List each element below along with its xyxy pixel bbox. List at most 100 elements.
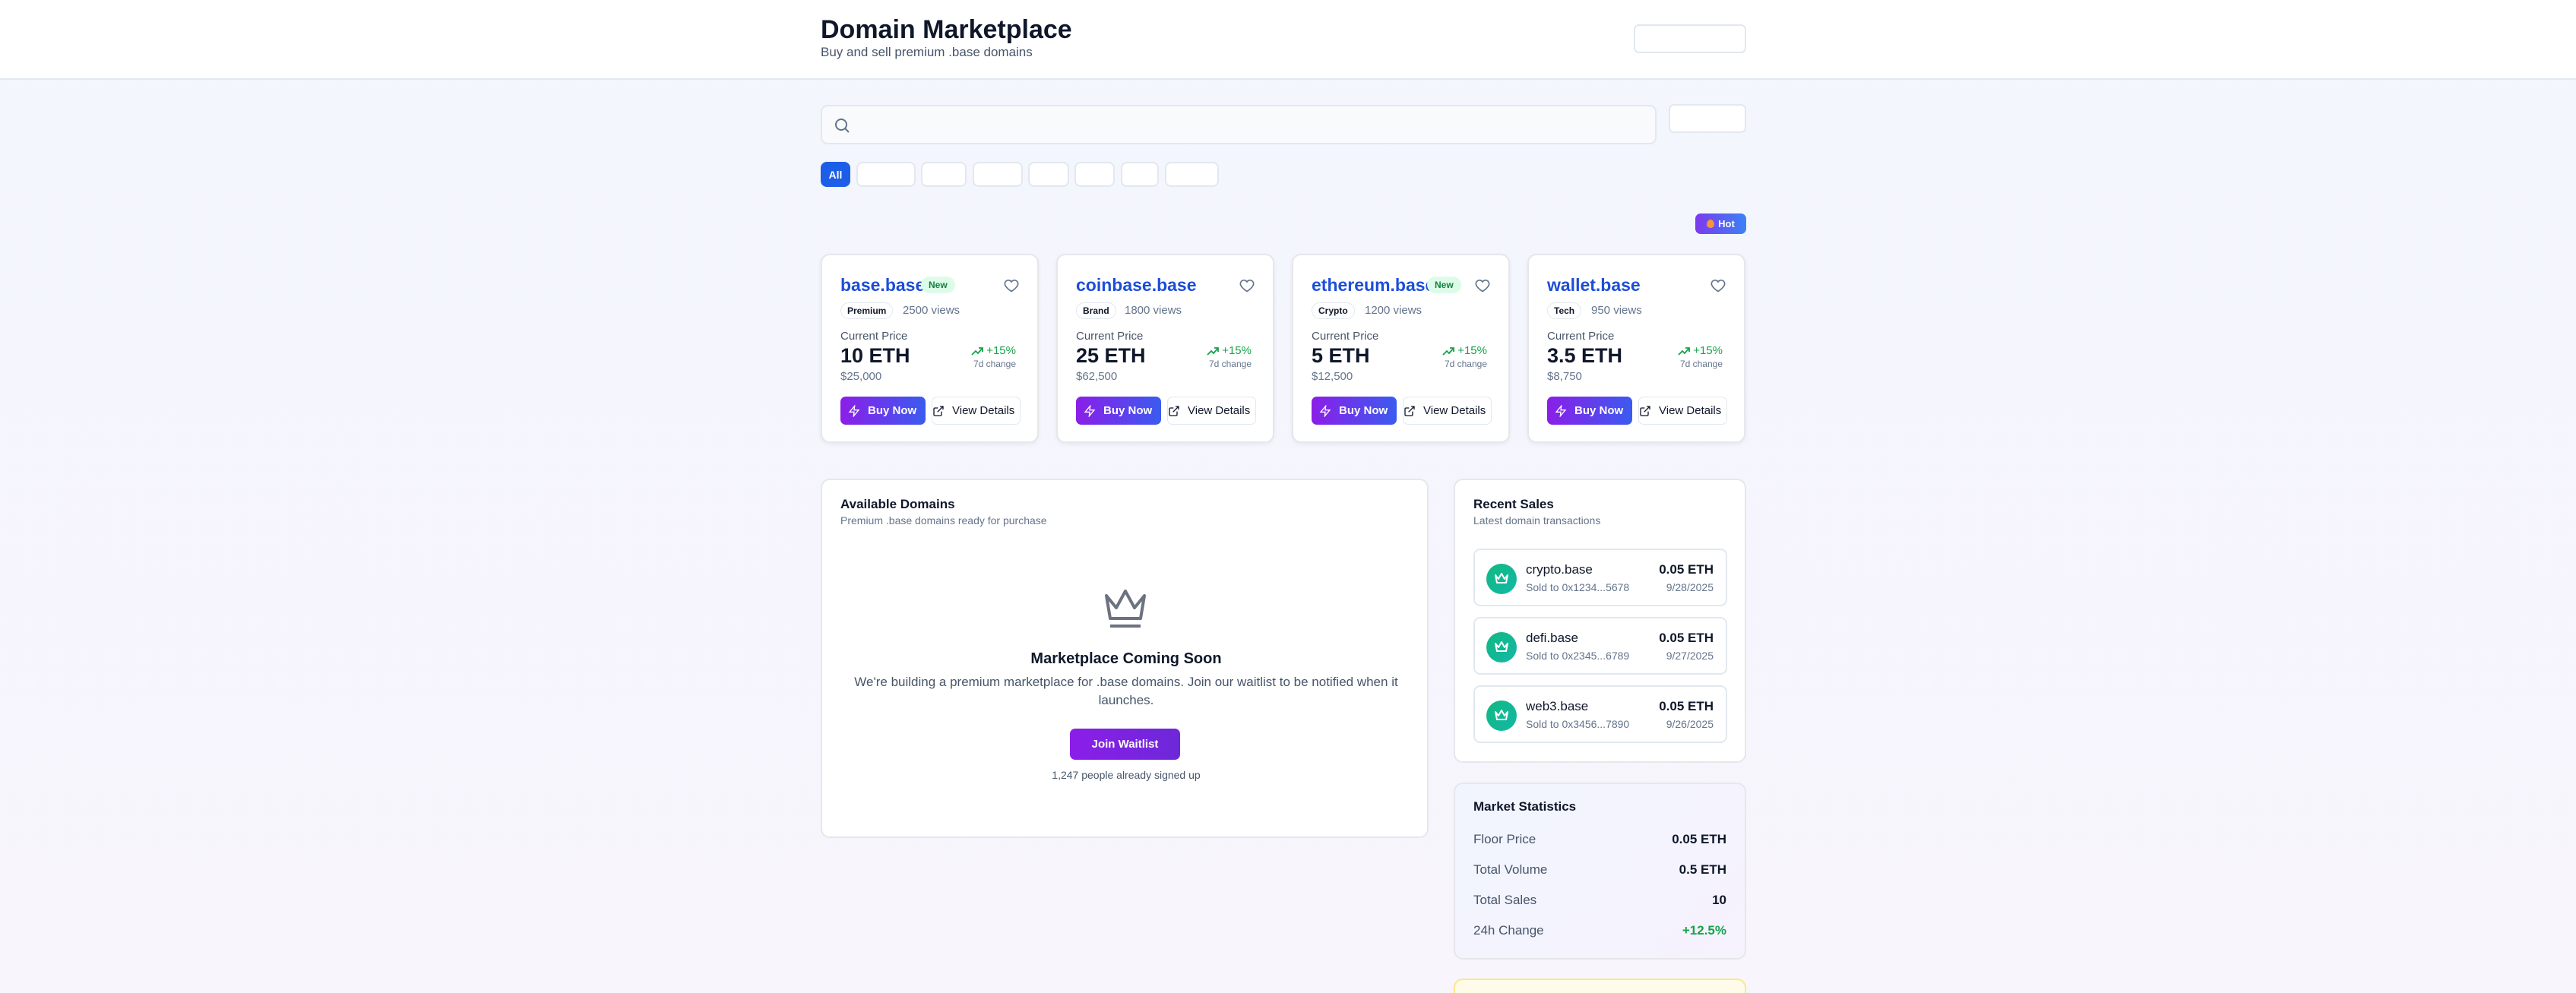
heart-icon[interactable] xyxy=(1004,278,1019,293)
hot-badge: Hot xyxy=(1695,213,1746,234)
price-label: Current Price xyxy=(1547,330,1615,343)
bolt-icon xyxy=(1319,404,1331,417)
buy-now-button[interactable]: Buy Now xyxy=(1076,397,1161,425)
trending-up-icon xyxy=(1207,346,1220,356)
panel-title: Recent Sales xyxy=(1473,497,1554,511)
views-count: 2500 views xyxy=(903,304,960,317)
view-details-button[interactable]: View Details xyxy=(1167,397,1256,425)
category-badge: Crypto xyxy=(1312,302,1355,319)
sale-buyer: Sold to 0x3456...7890 xyxy=(1526,718,1630,730)
change-value: +15% xyxy=(986,344,1016,357)
category-chip[interactable] xyxy=(1074,162,1115,187)
view-details-button[interactable]: View Details xyxy=(1403,397,1492,425)
recent-sales-panel: Recent Sales Latest domain transactions … xyxy=(1454,479,1746,763)
category-chip[interactable] xyxy=(921,162,967,187)
change-value: +15% xyxy=(1222,344,1252,357)
sale-price: 0.05 ETH xyxy=(1659,631,1714,645)
sale-avatar xyxy=(1486,564,1517,594)
views-count: 950 views xyxy=(1591,304,1642,317)
sale-item[interactable]: web3.base Sold to 0x3456...7890 0.05 ETH… xyxy=(1473,685,1727,743)
trending-up-icon xyxy=(1442,346,1455,356)
stat-value: 10 xyxy=(1712,893,1726,907)
sale-avatar xyxy=(1486,632,1517,663)
sale-item[interactable]: crypto.base Sold to 0x1234...5678 0.05 E… xyxy=(1473,549,1727,606)
category-chip[interactable] xyxy=(1165,162,1219,187)
views-count: 1200 views xyxy=(1365,304,1422,317)
sale-domain: defi.base xyxy=(1526,631,1578,645)
category-chip[interactable] xyxy=(1121,162,1159,187)
view-details-label: View Details xyxy=(1423,404,1486,417)
buy-now-button[interactable]: Buy Now xyxy=(1312,397,1397,425)
domain-name-link[interactable]: coinbase.base xyxy=(1076,275,1197,296)
chip-all[interactable]: All xyxy=(821,162,850,187)
domain-name-link[interactable]: base.base xyxy=(840,275,925,296)
search-bar[interactable] xyxy=(821,105,1657,144)
sale-domain: crypto.base xyxy=(1526,562,1593,577)
search-input[interactable] xyxy=(857,111,1647,138)
change-label: 7d change xyxy=(1679,359,1723,369)
header-action-button[interactable] xyxy=(1634,24,1746,53)
flame-icon xyxy=(1707,220,1715,228)
crown-icon xyxy=(1495,710,1508,720)
view-details-button[interactable]: View Details xyxy=(1638,397,1727,425)
price-change: +15% xyxy=(1207,344,1252,357)
external-link-icon xyxy=(1404,405,1415,416)
usd-value: $8,750 xyxy=(1547,370,1582,383)
category-badge: Premium xyxy=(840,302,894,319)
stat-value: +12.5% xyxy=(1682,923,1726,938)
external-link-icon xyxy=(933,405,944,416)
usd-value: $25,000 xyxy=(840,370,882,383)
change-label: 7d change xyxy=(1208,359,1252,369)
category-chip[interactable] xyxy=(856,162,916,187)
bolt-icon xyxy=(848,404,860,417)
price-value: 25 ETH xyxy=(1076,344,1146,367)
buy-now-label: Buy Now xyxy=(868,404,917,417)
heart-icon[interactable] xyxy=(1239,278,1255,293)
crown-icon xyxy=(1495,641,1508,652)
panel-subtitle: Premium .base domains ready for purchase xyxy=(840,514,1047,527)
category-badge: Brand xyxy=(1076,302,1116,319)
panel-title: Available Domains xyxy=(840,497,955,511)
external-link-icon xyxy=(1640,405,1650,416)
bolt-icon xyxy=(1555,404,1567,417)
sale-buyer: Sold to 0x1234...5678 xyxy=(1526,581,1630,593)
panel-subtitle: Latest domain transactions xyxy=(1473,514,1601,527)
sale-date: 9/27/2025 xyxy=(1666,650,1714,662)
domain-card[interactable]: base.base New Premium 2500 views Current… xyxy=(821,254,1039,443)
external-link-icon xyxy=(1169,405,1179,416)
usd-value: $12,500 xyxy=(1312,370,1353,383)
category-chip[interactable] xyxy=(973,162,1023,187)
price-value: 5 ETH xyxy=(1312,344,1370,367)
stat-label: Total Volume xyxy=(1473,862,1548,877)
domain-card[interactable]: coinbase.base Brand 1800 views Current P… xyxy=(1056,254,1274,443)
sale-buyer: Sold to 0x2345...6789 xyxy=(1526,650,1630,662)
price-label: Current Price xyxy=(840,330,908,343)
change-label: 7d change xyxy=(973,359,1016,369)
view-details-label: View Details xyxy=(1659,404,1722,417)
price-change: +15% xyxy=(1442,344,1487,357)
view-details-label: View Details xyxy=(1188,404,1251,417)
trending-up-icon xyxy=(971,346,984,356)
buy-now-button[interactable]: Buy Now xyxy=(840,397,926,425)
stat-label: 24h Change xyxy=(1473,923,1544,938)
view-details-button[interactable]: View Details xyxy=(932,397,1021,425)
category-chip[interactable] xyxy=(1028,162,1069,187)
sale-price: 0.05 ETH xyxy=(1659,562,1714,577)
category-badge: Tech xyxy=(1547,302,1582,319)
heart-icon[interactable] xyxy=(1475,278,1490,293)
trending-up-icon xyxy=(1678,346,1691,356)
sale-item[interactable]: defi.base Sold to 0x2345...6789 0.05 ETH… xyxy=(1473,617,1727,675)
domain-card[interactable]: wallet.base Tech 950 views Current Price… xyxy=(1527,254,1745,443)
page-subtitle: Buy and sell premium .base domains xyxy=(821,45,1033,59)
filter-button[interactable] xyxy=(1669,104,1746,133)
heart-icon[interactable] xyxy=(1710,278,1726,293)
buy-now-button[interactable]: Buy Now xyxy=(1547,397,1632,425)
join-waitlist-button[interactable]: Join Waitlist xyxy=(1070,729,1180,760)
domain-card[interactable]: ethereum.base New Crypto 1200 views Curr… xyxy=(1292,254,1510,443)
domain-name-link[interactable]: wallet.base xyxy=(1547,275,1641,296)
change-label: 7d change xyxy=(1444,359,1487,369)
panel-title: Market Statistics xyxy=(1473,799,1577,814)
price-value: 3.5 ETH xyxy=(1547,344,1623,367)
domain-name-link[interactable]: ethereum.base xyxy=(1312,275,1435,296)
new-badge: New xyxy=(1427,277,1461,293)
